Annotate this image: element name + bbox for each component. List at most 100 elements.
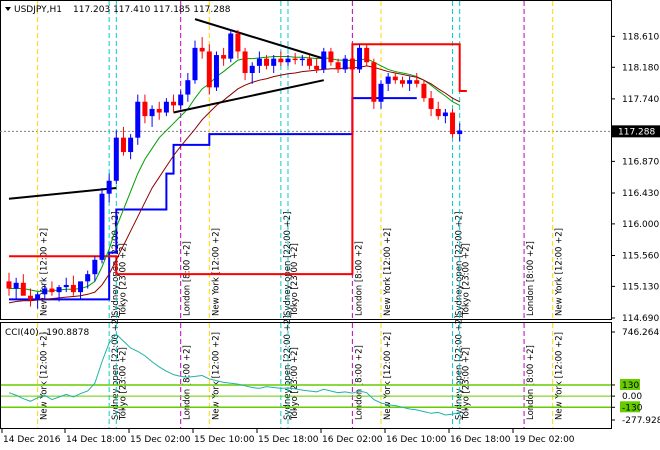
time-tick-label: 14 Dec 2016 — [3, 435, 61, 445]
candle-body — [399, 80, 405, 84]
candle-body — [421, 83, 427, 99]
chart-window: New York [12:00 +2]New York [12:00 +2]Sy… — [0, 0, 660, 445]
candle-body — [199, 47, 205, 52]
candle-body — [42, 288, 48, 295]
cci-value: -190.8878 — [43, 328, 89, 338]
candle-body — [63, 284, 69, 288]
candle-body — [20, 282, 26, 296]
time-tick-label: 15 Dec 02:00 — [130, 435, 191, 445]
candle-body — [385, 76, 391, 84]
cci-tick-label: 130 — [622, 381, 639, 391]
candle-body — [371, 62, 377, 102]
price-axis: 118.610118.180117.740117.310116.870116.4… — [611, 32, 660, 324]
cci-panel — [0, 322, 612, 429]
candle-body — [328, 51, 334, 63]
session-label: Tokyo [23:00 +2] — [290, 243, 300, 317]
session-label: Tokyo [23:00 +2] — [118, 243, 128, 317]
candle-body — [342, 58, 348, 70]
session-label: Tokyo [23:00 +2] — [462, 243, 472, 317]
ohlc-label: 117.203 117.410 117.185 117.288 — [73, 5, 231, 15]
cci-tick-label: 0.00 — [622, 392, 642, 402]
session-label: New York [12:00 +2] — [40, 228, 50, 316]
candle-body — [278, 58, 284, 63]
candle-body — [364, 47, 370, 63]
price-tick-label: 118.180 — [622, 63, 659, 73]
candle-body — [78, 281, 84, 293]
session-label: London [8:00 +2] — [354, 241, 364, 316]
session-label-cci: Tokyo [23:00 +2] — [290, 347, 300, 421]
time-tick-label: 15 Dec 10:00 — [194, 435, 255, 445]
candle-body — [442, 112, 448, 117]
time-tick-label: 14 Dec 18:00 — [66, 435, 127, 445]
price-tick-label: 116.430 — [622, 189, 659, 199]
candle-body — [35, 294, 41, 300]
chart-header: USDJPY,H1 117.203 117.410 117.185 117.28… — [5, 5, 231, 15]
price-tick-label: 115.130 — [622, 282, 659, 292]
price-tick-label: 116.870 — [622, 157, 659, 167]
session-label-cci: Tokyo [23:00 +2] — [118, 347, 128, 421]
candle-body — [135, 101, 141, 138]
candle-body — [6, 281, 12, 289]
candle-body — [85, 274, 91, 282]
symbol-label: USDJPY,H1 — [14, 5, 62, 15]
candle-body — [292, 58, 298, 61]
time-axis: 14 Dec 2016 14 Dec 18:00 15 Dec 02:00 15 De… — [1, 429, 575, 445]
candle-body — [242, 51, 248, 74]
candle-body — [120, 137, 126, 153]
candle-body — [106, 180, 112, 194]
session-label: London [8:00 +2] — [526, 241, 536, 316]
candle-body — [142, 101, 148, 117]
candle-body — [221, 55, 227, 59]
session-label: New York [12:00 +2] — [211, 228, 221, 316]
candle-body — [92, 259, 98, 275]
candle-body — [178, 94, 184, 106]
time-tick-label: 16 Dec 02:00 — [322, 435, 383, 445]
candle-body — [378, 83, 384, 102]
candle-body — [271, 58, 277, 66]
session-label: New York [12:00 +2] — [383, 228, 393, 316]
candle-body — [407, 80, 413, 84]
cci-tick-label: -277.9283 — [622, 416, 660, 426]
candle-body — [249, 65, 255, 74]
candle-body — [213, 55, 219, 88]
candle-body — [349, 58, 355, 70]
price-tick-label: 114.690 — [622, 314, 659, 324]
candle-body — [414, 80, 420, 84]
current-price-label: 117.288 — [618, 127, 655, 137]
candle-body — [450, 112, 456, 135]
time-tick-label: 15 Dec 18:00 — [258, 435, 319, 445]
session-label-cci: London [8:00 +2] — [354, 345, 364, 420]
candle-body — [99, 193, 105, 260]
candle-body — [149, 108, 155, 117]
candle-body — [156, 108, 162, 113]
main-panel — [0, 0, 612, 320]
candle-body — [306, 58, 312, 66]
candle-body — [171, 101, 177, 106]
cci-tick-label: 746.2649 — [622, 328, 660, 338]
session-label: New York [12:00 +2] — [555, 228, 565, 316]
cci-name: CCI(40) — [5, 328, 39, 338]
candle-body — [27, 295, 33, 300]
candle-body — [49, 288, 55, 293]
cci-header: CCI(40) -190.8878 — [5, 328, 89, 338]
candle-body — [457, 130, 463, 135]
candle-body — [235, 33, 241, 52]
price-tick-label: 116.000 — [622, 220, 659, 230]
candle-body — [56, 287, 62, 293]
candle-body — [299, 58, 305, 61]
candle-body — [264, 58, 270, 66]
candle-body — [256, 58, 262, 66]
candle-body — [192, 47, 198, 81]
session-label: London [8:00 +2] — [183, 241, 193, 316]
candle-body — [185, 80, 191, 95]
candle-body — [128, 137, 134, 153]
candle-body — [163, 101, 169, 113]
session-label-cci: Tokyo [23:00 +2] — [462, 347, 472, 421]
price-tick-label: 115.560 — [622, 251, 659, 261]
candle-body — [228, 33, 234, 59]
candle-body — [113, 137, 119, 181]
time-tick-label: 16 Dec 18:00 — [450, 435, 511, 445]
candle-body — [70, 284, 76, 293]
candle-body — [392, 76, 398, 81]
candle-body — [435, 108, 441, 117]
